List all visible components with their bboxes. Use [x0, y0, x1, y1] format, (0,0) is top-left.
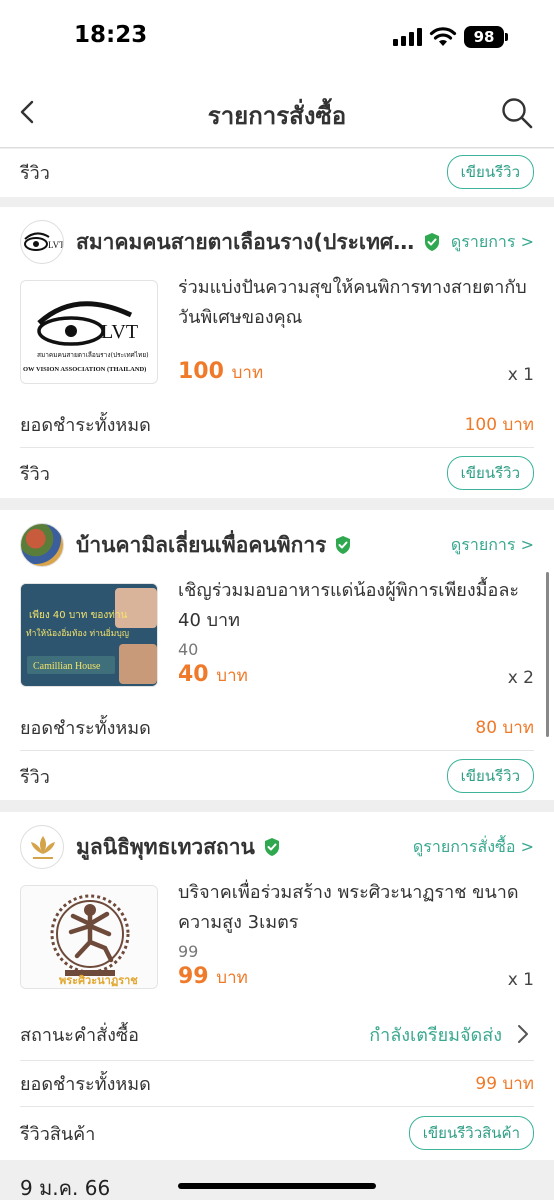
- shop-avatar[interactable]: [20, 523, 64, 567]
- order-card-previous: รีวิว เขียนรีวิว: [0, 149, 554, 197]
- review-label: รีวิว: [20, 766, 50, 788]
- battery-icon: 98: [464, 26, 504, 48]
- wifi-icon: [429, 27, 457, 46]
- order-status-label: สถานะคำสั่งซื้อ: [20, 1024, 139, 1046]
- original-price: 99: [178, 942, 199, 961]
- status-bar: 18:23 98: [0, 0, 554, 78]
- shop-header: LVT สมาคมคนสายตาเลือนราง(ประเทศ... ดูราย…: [20, 219, 534, 265]
- view-order-link[interactable]: ดูรายการ >: [441, 230, 534, 255]
- shop-name[interactable]: สมาคมคนสายตาเลือนราง(ประเทศ...: [76, 226, 415, 259]
- original-price: 40: [178, 640, 199, 659]
- total-row: ยอดชำระทั้งหมด 100 บาท: [20, 407, 534, 441]
- divider: [20, 1060, 534, 1061]
- page-title: รายการสั่งซื้อ: [207, 102, 347, 130]
- divider: [20, 447, 534, 448]
- product-image[interactable]: เพียง 40 บาท ของท่าน ทำให้น้องอิ่มท้อง ท…: [20, 583, 158, 687]
- image-text-2: ทำให้น้องอิ่มท้อง ท่านอิ่มบุญ: [26, 627, 129, 639]
- divider: [20, 1106, 534, 1107]
- chevron-right-icon: [518, 1025, 528, 1043]
- cellular-signal-icon: [393, 28, 423, 46]
- price-value: 99: [178, 964, 209, 989]
- shop-header: มูลนิธิพุทธเทวสถาน ดูรายการสั่งซื้อ >: [20, 824, 534, 870]
- product-image[interactable]: พระศิวะนาฏราช: [20, 885, 158, 989]
- order-status-text: กำลังเตรียมจัดส่ง: [369, 1024, 502, 1046]
- battery-tip: [505, 33, 508, 41]
- quantity: x 1: [507, 970, 534, 990]
- lotus-logo-icon: [31, 836, 55, 859]
- write-product-review-button[interactable]: เขียนรีวิวสินค้า: [408, 1116, 534, 1150]
- image-text-3: Camillian House: [33, 661, 101, 672]
- search-icon[interactable]: [500, 96, 534, 130]
- date-header: 9 ม.ค. 66: [20, 1176, 111, 1200]
- total-value: 99 บาท: [475, 1073, 534, 1094]
- price-value: 100: [178, 359, 224, 384]
- write-review-button[interactable]: เขียนรีวิว: [446, 759, 534, 793]
- logo-subtitle-th: สมาคมคนสายตาเลือนราง(ประเทศไทย): [37, 351, 149, 359]
- price-unit: บาท: [216, 666, 248, 686]
- write-review-button[interactable]: เขียนรีวิว: [446, 155, 534, 189]
- quantity: x 1: [507, 365, 534, 385]
- order-status-value[interactable]: กำลังเตรียมจัดส่ง: [369, 1020, 534, 1049]
- price-unit: บาท: [216, 968, 248, 988]
- shop-name[interactable]: มูลนิธิพุทธเทวสถาน: [76, 831, 255, 864]
- verified-shield-icon: [424, 233, 439, 251]
- shop-header: บ้านคามิลเลี่ยนเพื่อคนพิการ ดูรายการ >: [20, 522, 534, 568]
- write-review-button[interactable]: เขียนรีวิว: [446, 456, 534, 490]
- shop-avatar[interactable]: LVT: [20, 220, 64, 264]
- price-unit: บาท: [231, 363, 264, 383]
- price: 100 บาท: [178, 359, 263, 386]
- total-row: ยอดชำระทั้งหมด 99 บาท: [20, 1066, 534, 1100]
- order-card-lvt: LVT สมาคมคนสายตาเลือนราง(ประเทศ... ดูราย…: [0, 207, 554, 498]
- view-order-link[interactable]: ดูรายการ >: [441, 533, 534, 558]
- price-value: 40: [178, 662, 209, 687]
- review-label: รีวิว: [20, 463, 50, 485]
- home-indicator[interactable]: [178, 1183, 376, 1189]
- quantity: x 2: [507, 668, 534, 688]
- review-row: รีวิวสินค้า เขียนรีวิวสินค้า: [20, 1116, 534, 1150]
- review-label: รีวิว: [20, 162, 50, 184]
- total-value: 80 บาท: [475, 717, 534, 738]
- verified-shield-icon: [264, 838, 279, 856]
- order-status-row[interactable]: สถานะคำสั่งซื้อ กำลังเตรียมจัดส่ง: [20, 1017, 534, 1051]
- review-label: รีวิวสินค้า: [20, 1123, 96, 1145]
- total-label: ยอดชำระทั้งหมด: [20, 1073, 151, 1095]
- product-title[interactable]: ร่วมแบ่งปันความสุขให้คนพิการทางสายตากับว…: [178, 273, 534, 333]
- review-row: รีวิว เขียนรีวิว: [20, 155, 534, 189]
- order-card-buddha-deva: มูลนิธิพุทธเทวสถาน ดูรายการสั่งซื้อ > พร…: [0, 812, 554, 1160]
- price: 40 บาท: [178, 662, 248, 689]
- review-row: รีวิว เขียนรีวิว: [20, 456, 534, 490]
- scrollbar[interactable]: [546, 572, 549, 737]
- order-card-camillian: บ้านคามิลเลี่ยนเพื่อคนพิการ ดูรายการ > เ…: [0, 510, 554, 800]
- total-row: ยอดชำระทั้งหมด 80 บาท: [20, 710, 534, 744]
- review-row: รีวิว เขียนรีวิว: [20, 759, 534, 793]
- total-label: ยอดชำระทั้งหมด: [20, 717, 151, 739]
- shop-name[interactable]: บ้านคามิลเลี่ยนเพื่อคนพิการ: [76, 529, 326, 562]
- total-value: 100 บาท: [464, 414, 534, 435]
- product-title[interactable]: บริจาคเพื่อร่วมสร้าง พระศิวะนาฏราช ขนาดค…: [178, 878, 534, 938]
- logo-subtitle-en: OW VISION ASSOCIATION (THAILAND): [23, 366, 146, 373]
- logo-text: LVT: [101, 321, 138, 343]
- view-order-link[interactable]: ดูรายการสั่งซื้อ >: [403, 835, 534, 860]
- price: 99 บาท: [178, 964, 248, 991]
- image-text-1: เพียง 40 บาท ของท่าน: [29, 609, 127, 621]
- product-title[interactable]: เชิญร่วมมอบอาหารแด่น้องผู้พิการเพียงมื้อ…: [178, 576, 534, 636]
- logo-text: LVT: [48, 240, 64, 250]
- date-section-header: 9 ม.ค. 66: [0, 1160, 554, 1200]
- lvt-logo-icon: LVT: [24, 232, 64, 251]
- nav-bar: รายการสั่งซื้อ: [0, 78, 554, 148]
- total-label: ยอดชำระทั้งหมด: [20, 414, 151, 436]
- divider: [20, 750, 534, 751]
- status-time: 18:23: [74, 22, 148, 48]
- shop-avatar[interactable]: [20, 825, 64, 869]
- product-image[interactable]: LVT สมาคมคนสายตาเลือนราง(ประเทศไทย) OW V…: [20, 280, 158, 384]
- verified-shield-icon: [336, 536, 351, 554]
- image-caption: พระศิวะนาฏราช: [59, 974, 138, 987]
